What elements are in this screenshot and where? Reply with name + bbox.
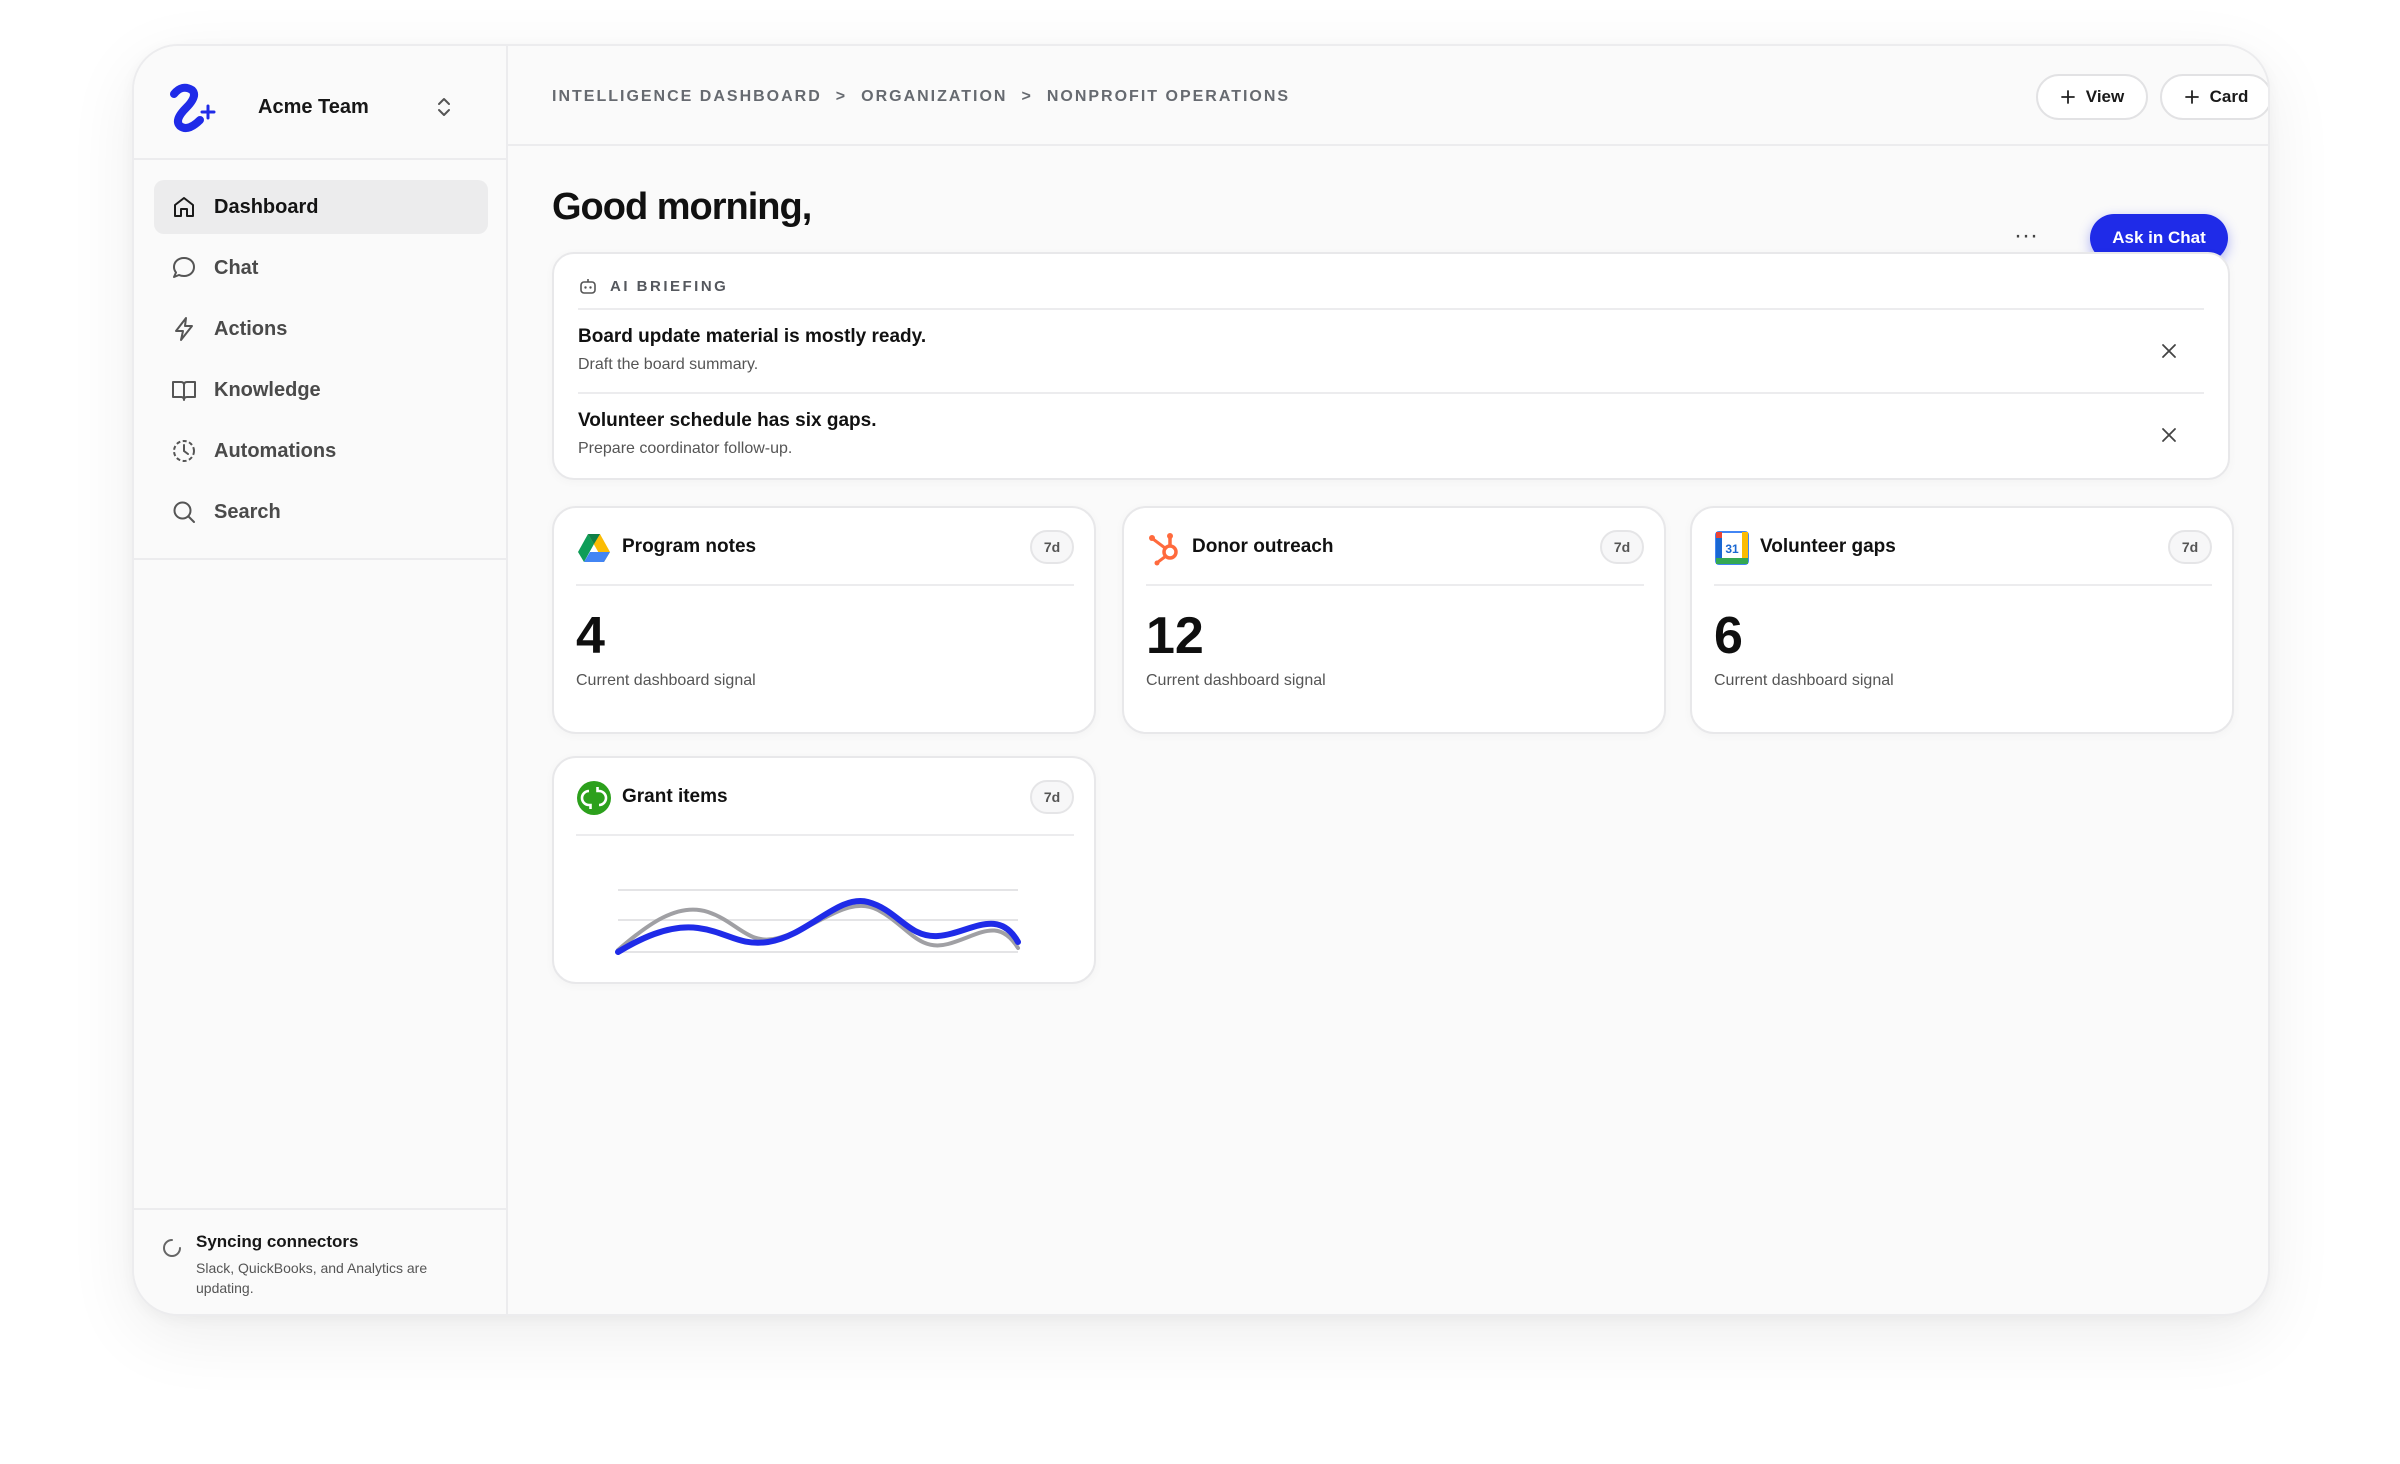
breadcrumb-separator: > (1021, 88, 1033, 105)
card-title: Program notes (622, 536, 757, 557)
sparkline-primary-series (615, 898, 1021, 955)
sidebar-item-label: Dashboard (214, 195, 319, 218)
briefing-item: Board update material is mostly ready. D… (578, 310, 2204, 392)
breadcrumb-separator: > (835, 88, 848, 105)
sync-status: Syncing connectors Slack, QuickBooks, an… (134, 1208, 506, 1314)
chevron-up-down-icon[interactable] (434, 94, 454, 120)
sidebar-item-label: Search (214, 500, 281, 523)
breadcrumb-item[interactable]: INTELLIGENCE DASHBOARD (552, 88, 822, 106)
book-icon (172, 381, 196, 401)
sidebar-item-chat[interactable]: Chat (154, 241, 488, 295)
sidebar-item-label: Chat (214, 256, 259, 279)
card-title: Grant items (622, 786, 728, 807)
main-content: INTELLIGENCE DASHBOARD > ORGANIZATION > … (508, 46, 2268, 1314)
metric-value: 6 (1714, 607, 1743, 665)
period-badge[interactable]: 7d (1600, 530, 1644, 564)
period-badge[interactable]: 7d (1030, 530, 1074, 564)
google-drive-icon (578, 534, 610, 562)
briefing-item: Volunteer schedule has six gaps. Prepare… (578, 394, 2204, 476)
sidebar-divider (134, 558, 506, 560)
quickbooks-icon (577, 781, 611, 815)
metric-card-volunteer-gaps[interactable]: 31 Volunteer gaps 7d 6 Current dashboard… (1690, 506, 2234, 734)
breadcrumb: INTELLIGENCE DASHBOARD > ORGANIZATION > … (552, 88, 1290, 106)
team-name: Acme Team (258, 96, 369, 118)
card-divider (576, 584, 1074, 586)
metric-caption: Current dashboard signal (1714, 672, 1894, 689)
add-card-label: Card (2209, 87, 2249, 106)
breadcrumb-item[interactable]: NONPROFIT OPERATIONS (1047, 88, 1290, 106)
chat-bubble-icon (173, 257, 195, 278)
team-switcher[interactable]: Acme Team (134, 46, 506, 160)
plus-icon (2184, 90, 2199, 104)
metric-card-grant-items[interactable]: Grant items 7d (552, 756, 1096, 984)
add-view-button[interactable]: View (2036, 74, 2148, 120)
briefing-item-title: Board update material is mostly ready. (578, 326, 927, 347)
plus-icon (2060, 90, 2075, 104)
app-window: Acme Team Dashboard Chat Actions Knowled… (132, 44, 2270, 1316)
briefing-item-title: Volunteer schedule has six gaps. (578, 410, 877, 431)
ai-briefing-panel: AI BRIEFING Board update material is mos… (552, 252, 2230, 480)
card-title: Donor outreach (1192, 536, 1334, 557)
sidebar-item-label: Actions (214, 317, 288, 340)
briefing-item-subtitle: Draft the board summary. (578, 356, 759, 373)
svg-text:31: 31 (1725, 542, 1739, 556)
sidebar-item-label: Automations (214, 439, 337, 462)
card-divider (576, 834, 1074, 836)
lightning-icon (175, 317, 193, 341)
add-view-label: View (2085, 87, 2125, 106)
close-icon[interactable] (2158, 424, 2180, 446)
breadcrumb-item[interactable]: ORGANIZATION (861, 88, 1007, 106)
briefing-item-subtitle: Prepare coordinator follow-up. (578, 440, 793, 457)
sidebar-item-dashboard[interactable]: Dashboard (154, 180, 488, 234)
card-title: Volunteer gaps (1760, 536, 1896, 557)
sync-description: Slack, QuickBooks, and Analytics are upd… (196, 1260, 428, 1296)
hubspot-icon (1149, 533, 1178, 566)
sidebar-item-knowledge[interactable]: Knowledge (154, 363, 488, 417)
sidebar-nav: Dashboard Chat Actions Knowledge Automat… (154, 180, 488, 546)
briefing-header: AI BRIEFING (578, 276, 728, 296)
sidebar-item-automations[interactable]: Automations (154, 424, 488, 478)
metric-card-program-notes[interactable]: Program notes 7d 4 Current dashboard sig… (552, 506, 1096, 734)
period-badge[interactable]: 7d (2168, 530, 2212, 564)
period-badge[interactable]: 7d (1030, 780, 1074, 814)
sparkline-chart (615, 889, 1021, 955)
card-divider (1714, 584, 2212, 586)
page-title: Good morning, (552, 186, 812, 228)
top-bar: INTELLIGENCE DASHBOARD > ORGANIZATION > … (508, 46, 2268, 146)
metric-caption: Current dashboard signal (1146, 672, 1326, 689)
sidebar: Acme Team Dashboard Chat Actions Knowled… (134, 46, 508, 1314)
sidebar-item-search[interactable]: Search (154, 485, 488, 539)
metric-value: 12 (1146, 607, 1204, 665)
spinner-icon (163, 1239, 181, 1257)
search-icon (173, 501, 195, 523)
add-card-button[interactable]: Card (2160, 74, 2268, 120)
metric-value: 4 (576, 607, 605, 665)
briefing-heading: AI BRIEFING (610, 277, 729, 295)
robot-icon (580, 279, 596, 294)
sidebar-item-label: Knowledge (214, 378, 321, 401)
sidebar-item-actions[interactable]: Actions (154, 302, 488, 356)
logo-icon (170, 83, 216, 132)
metric-caption: Current dashboard signal (576, 672, 756, 689)
clock-icon (173, 440, 195, 462)
sync-title: Syncing connectors (196, 1232, 359, 1251)
google-calendar-icon: 31 (1715, 531, 1749, 565)
home-icon (174, 197, 194, 217)
metric-card-donor-outreach[interactable]: Donor outreach 7d 12 Current dashboard s… (1122, 506, 1666, 734)
card-divider (1146, 584, 1644, 586)
close-icon[interactable] (2158, 340, 2180, 362)
